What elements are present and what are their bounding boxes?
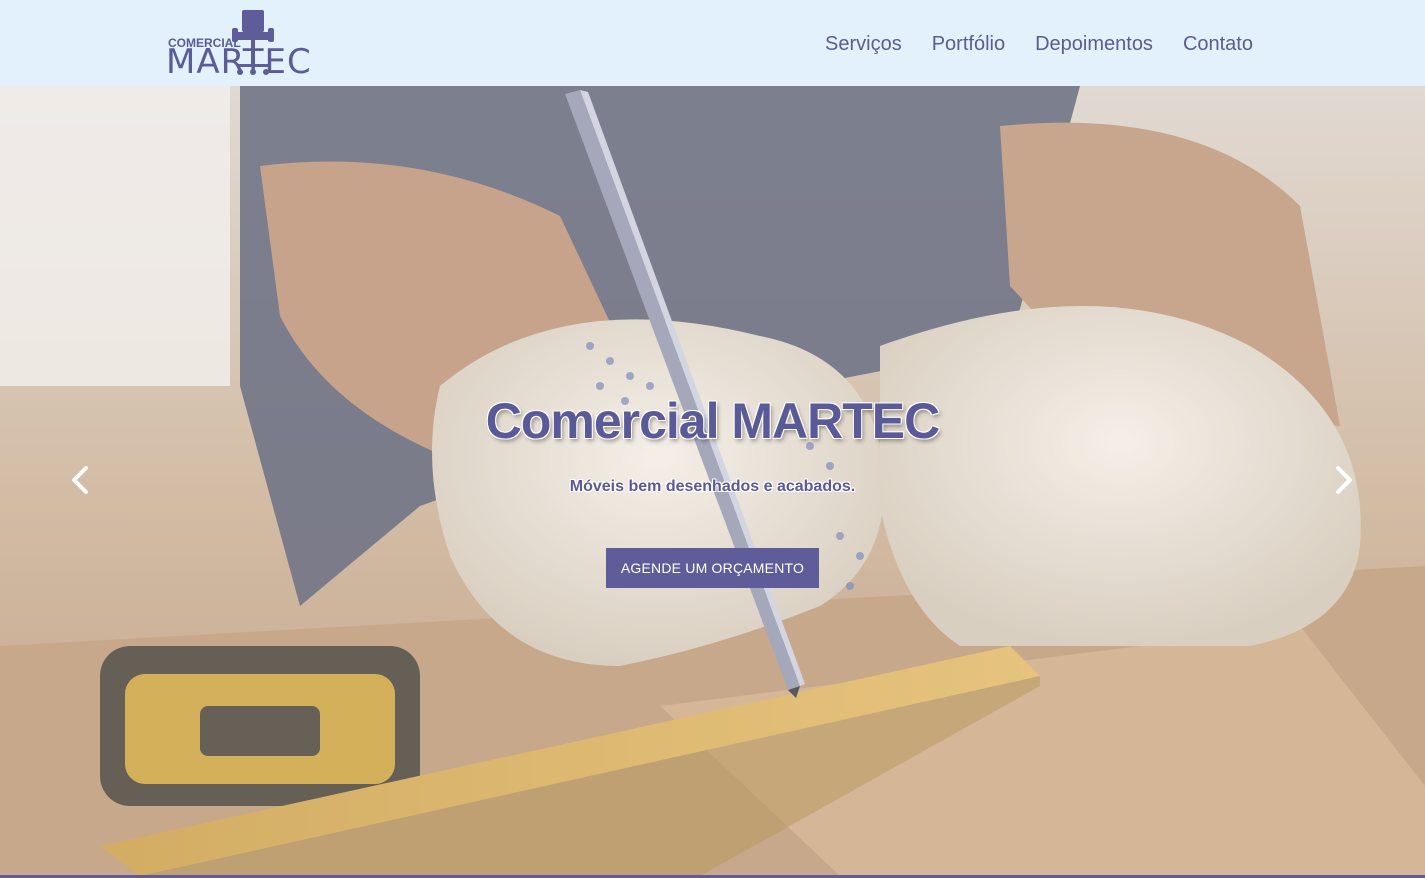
hero-carousel: Comercial MARTEC Móveis bem desenhados e… bbox=[0, 86, 1425, 876]
nav-link-depoimentos[interactable]: Depoimentos bbox=[1035, 30, 1153, 58]
brand-logo[interactable]: COMERCIAL MARTEC bbox=[166, 8, 311, 82]
logo-text-bottom: MARTEC bbox=[166, 42, 312, 82]
navbar: COMERCIAL MARTEC Serviços Portfólio Depo… bbox=[0, 0, 1425, 86]
schedule-quote-button[interactable]: AGENDE UM ORÇAMENTO bbox=[606, 548, 819, 588]
nav-link-servicos[interactable]: Serviços bbox=[825, 30, 902, 58]
nav-link-portfolio[interactable]: Portfólio bbox=[932, 30, 1005, 58]
hero-title: Comercial MARTEC bbox=[485, 393, 941, 449]
nav-link-contato[interactable]: Contato bbox=[1183, 30, 1253, 58]
main-nav: Serviços Portfólio Depoimentos Contato bbox=[825, 30, 1253, 58]
hero-subtitle: Móveis bem desenhados e acabados. bbox=[569, 478, 856, 495]
